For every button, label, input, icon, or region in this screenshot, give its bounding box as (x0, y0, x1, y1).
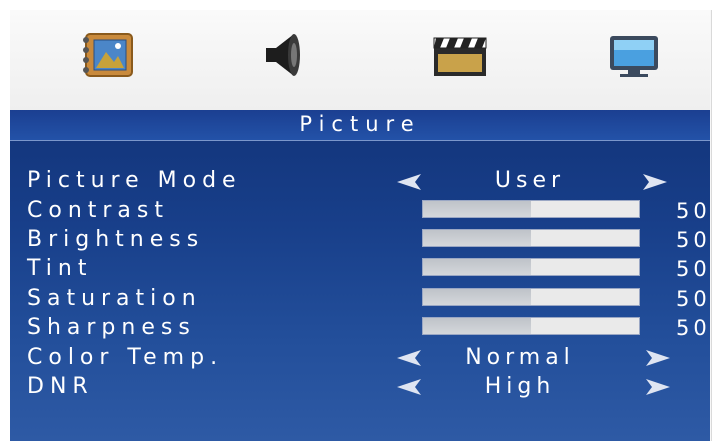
arrow-left-icon[interactable] (397, 379, 421, 395)
sharpness-slider[interactable] (422, 317, 640, 335)
tint-value: 50 (676, 257, 711, 281)
contrast-label[interactable]: Contrast (27, 198, 169, 224)
sharpness-slider-fill (423, 318, 531, 334)
picture-book-icon[interactable] (78, 30, 138, 80)
title-bar: Picture (10, 110, 710, 141)
arrow-right-icon[interactable] (646, 379, 670, 395)
picture-mode-value: User (494, 168, 566, 193)
dnr-value: High (484, 374, 556, 399)
contrast-value: 50 (676, 199, 711, 223)
menu-icon-bar (10, 10, 710, 110)
clapperboard-icon[interactable] (428, 30, 492, 80)
arrow-left-icon[interactable] (397, 350, 421, 366)
color-temp-value: Normal (465, 345, 575, 370)
page-title: Picture (299, 112, 421, 136)
brightness-label[interactable]: Brightness (27, 227, 204, 253)
sharpness-label[interactable]: Sharpness (27, 315, 196, 341)
contrast-slider-fill (423, 201, 531, 217)
dnr-label[interactable]: DNR (27, 374, 94, 400)
contrast-slider[interactable] (422, 200, 640, 218)
monitor-icon[interactable] (604, 30, 664, 80)
saturation-slider-fill (423, 289, 531, 305)
tint-slider-fill (423, 259, 531, 275)
speaker-icon[interactable] (258, 30, 308, 80)
picture-mode-label[interactable]: Picture Mode (27, 168, 242, 194)
arrow-right-icon[interactable] (643, 174, 667, 190)
tint-slider[interactable] (422, 258, 640, 276)
sharpness-value: 50 (676, 316, 711, 340)
tint-label[interactable]: Tint (27, 256, 92, 282)
saturation-label[interactable]: Saturation (27, 286, 202, 312)
saturation-slider[interactable] (422, 288, 640, 306)
color-temp-label[interactable]: Color Temp. (27, 345, 223, 371)
brightness-slider[interactable] (422, 229, 640, 247)
brightness-value: 50 (676, 228, 711, 252)
brightness-slider-fill (423, 230, 531, 246)
saturation-value: 50 (676, 287, 711, 311)
arrow-right-icon[interactable] (646, 350, 670, 366)
arrow-left-icon[interactable] (397, 174, 421, 190)
